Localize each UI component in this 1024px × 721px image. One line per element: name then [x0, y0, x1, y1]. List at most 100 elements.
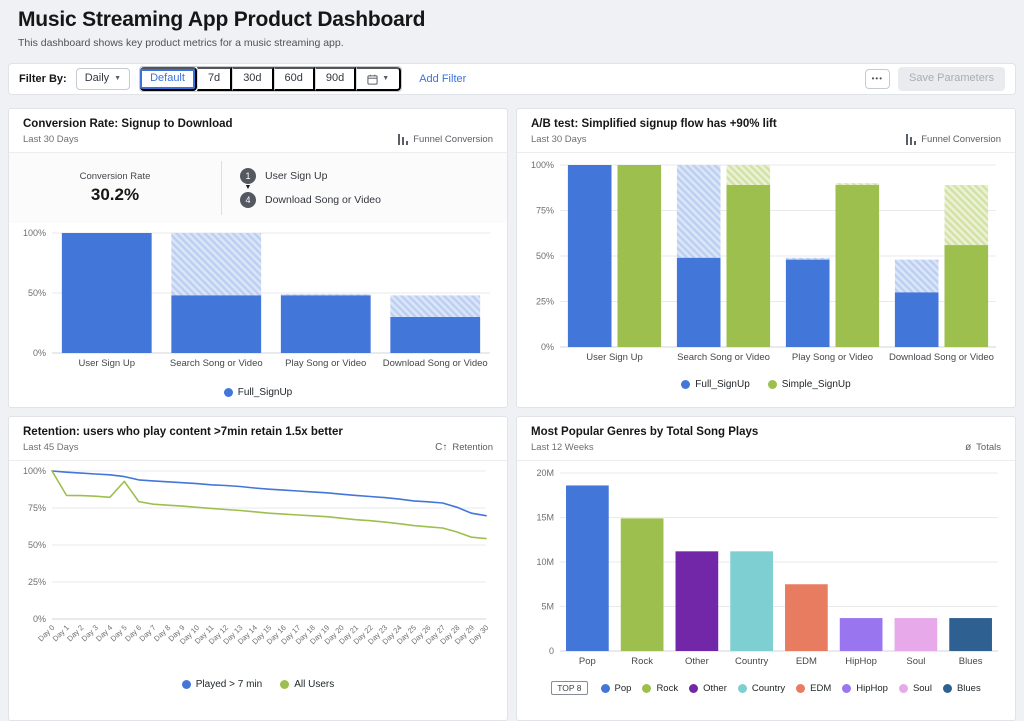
dropoff-segment[interactable] — [895, 260, 939, 293]
bar-hiphop[interactable] — [840, 618, 883, 651]
overflow-menu-button[interactable]: ••• — [865, 69, 890, 89]
legend-item[interactable]: Other — [689, 683, 727, 694]
legend-item[interactable]: Full_SignUp — [224, 387, 292, 398]
top-8-badge: TOP 8 — [551, 681, 587, 695]
legend-dot — [738, 684, 747, 693]
bar-segment[interactable] — [786, 260, 830, 347]
dropoff-segment[interactable] — [836, 183, 880, 185]
legend-item[interactable]: Played > 7 min — [182, 679, 262, 690]
x-tick-label: User Sign Up — [79, 358, 136, 369]
legend-item[interactable]: All Users — [280, 679, 334, 690]
x-tick-label: Rock — [631, 656, 653, 667]
funnel-chart-icon — [906, 134, 916, 145]
y-tick-label: 100% — [23, 228, 46, 238]
legend-dot — [842, 684, 851, 693]
y-tick-label: 75% — [28, 503, 46, 513]
legend-item[interactable]: Soul — [899, 683, 932, 694]
y-tick-label: 0 — [549, 646, 554, 656]
range-button-30d[interactable]: 30d — [232, 67, 273, 90]
range-button-60d[interactable]: 60d — [274, 67, 315, 90]
x-tick-label: Country — [735, 656, 769, 667]
legend-item[interactable]: Country — [738, 683, 785, 694]
dropoff-segment[interactable] — [945, 185, 989, 245]
y-tick-label: 50% — [28, 288, 46, 298]
bar-segment[interactable] — [618, 165, 662, 347]
retention-icon: C↑ — [435, 443, 447, 453]
dropoff-segment[interactable] — [171, 233, 261, 295]
legend-item[interactable]: EDM — [796, 683, 831, 694]
x-tick-label: Play Song or Video — [792, 352, 873, 363]
y-tick-label: 0% — [33, 348, 46, 358]
bar-country[interactable] — [730, 551, 773, 651]
dropoff-segment[interactable] — [390, 295, 480, 317]
bar-pop[interactable] — [566, 485, 609, 651]
chevron-down-icon: ▼ — [382, 75, 389, 83]
panel-header: Retention: users who play content >7min … — [9, 417, 507, 461]
bar-segment[interactable] — [390, 317, 480, 353]
step-label: Download Song or Video — [265, 194, 381, 206]
panel-title: Retention: users who play content >7min … — [23, 426, 343, 438]
x-tick-label: Search Song or Video — [677, 352, 770, 363]
dropoff-segment[interactable] — [786, 258, 830, 260]
line-series[interactable] — [52, 471, 486, 539]
bar-soul[interactable] — [895, 618, 938, 651]
range-button-7d[interactable]: 7d — [197, 67, 232, 90]
legend-label: Other — [703, 683, 727, 694]
x-tick-label: Download Song or Video — [383, 358, 488, 369]
panel-subtitle: Last 30 Days — [531, 134, 777, 145]
legend-item[interactable]: Pop — [601, 683, 632, 694]
legend-label: Pop — [615, 683, 632, 694]
line-series[interactable] — [52, 471, 486, 516]
chart-type-tag: Funnel Conversion — [398, 134, 493, 145]
custom-date-button[interactable]: ▼ — [356, 67, 401, 90]
x-tick-label: HipHop — [845, 656, 877, 667]
panel-header: Conversion Rate: Signup to Download Last… — [9, 109, 507, 153]
y-tick-label: 25% — [28, 577, 46, 587]
bar-segment[interactable] — [836, 185, 880, 347]
y-tick-label: 0% — [541, 342, 554, 352]
bar-segment[interactable] — [281, 295, 371, 353]
bar-edm[interactable] — [785, 584, 828, 651]
legend-item[interactable]: HipHop — [842, 683, 888, 694]
bar-segment[interactable] — [945, 245, 989, 347]
dropoff-segment[interactable] — [677, 165, 721, 258]
dropoff-segment[interactable] — [727, 165, 771, 185]
filter-by-label: Filter By: — [19, 73, 67, 85]
legend-dot — [899, 684, 908, 693]
save-parameters-button[interactable]: Save Parameters — [898, 67, 1005, 90]
legend-label: HipHop — [856, 683, 888, 694]
bar-segment[interactable] — [568, 165, 612, 347]
bar-other[interactable] — [676, 551, 719, 651]
chart-type-tag: ø Totals — [965, 442, 1001, 453]
add-filter-link[interactable]: Add Filter — [419, 73, 466, 85]
interval-dropdown[interactable]: Daily ▼ — [76, 68, 130, 89]
range-button-90d[interactable]: 90d — [315, 67, 356, 90]
chevron-down-icon: ▼ — [114, 75, 121, 83]
bar-segment[interactable] — [171, 295, 261, 353]
bar-segment[interactable] — [677, 258, 721, 347]
panel-subtitle: Last 45 Days — [23, 442, 343, 453]
panel-genres: Most Popular Genres by Total Song Plays … — [516, 416, 1016, 721]
legend-item[interactable]: Simple_SignUp — [768, 379, 851, 390]
bar-segment[interactable] — [895, 292, 939, 347]
legend-dot — [768, 380, 777, 389]
chart-legend: Full_SignUp — [9, 387, 507, 398]
step-number-badge: 4 — [240, 192, 256, 208]
y-tick-label: 0% — [33, 614, 46, 624]
x-tick-label: Play Song or Video — [285, 358, 366, 369]
y-tick-label: 10M — [536, 557, 554, 567]
chart-canvas: 0%25%50%75%100%Day 0Day 1Day 2Day 3Day 4… — [16, 461, 500, 673]
bar-rock[interactable] — [621, 518, 664, 651]
bar-blues[interactable] — [949, 618, 992, 651]
legend-item[interactable]: Full_SignUp — [681, 379, 749, 390]
panel-subtitle: Last 12 Weeks — [531, 442, 758, 453]
conversion-summary: Conversion Rate 30.2% 1 User Sign Up ▼ 4… — [9, 153, 507, 223]
bar-segment[interactable] — [727, 185, 771, 347]
bar-segment[interactable] — [62, 233, 152, 353]
panel-title: A/B test: Simplified signup flow has +90… — [531, 118, 777, 130]
dropoff-segment[interactable] — [281, 294, 371, 295]
legend-item[interactable]: Rock — [642, 683, 678, 694]
range-button-default[interactable]: Default — [140, 67, 197, 90]
y-tick-label: 5M — [541, 602, 554, 612]
legend-item[interactable]: Blues — [943, 683, 981, 694]
